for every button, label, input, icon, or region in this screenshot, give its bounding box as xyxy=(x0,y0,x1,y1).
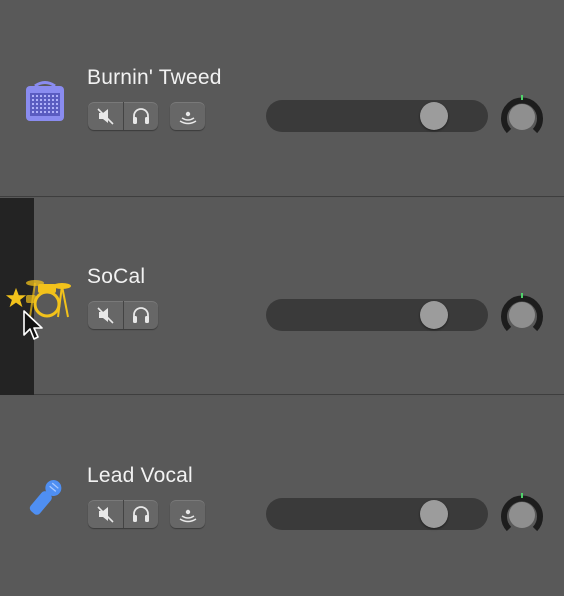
pan-knob[interactable] xyxy=(499,291,545,337)
volume-slider-thumb[interactable] xyxy=(420,301,448,329)
track-name[interactable]: Burnin' Tweed xyxy=(87,66,222,90)
track-header-lead-vocal[interactable]: Lead Vocal xyxy=(0,397,564,596)
mute-solo-group xyxy=(88,301,158,329)
headphones-icon xyxy=(133,108,149,124)
mute-solo-group xyxy=(88,102,158,130)
speaker-muted-icon xyxy=(96,108,114,125)
solo-button[interactable] xyxy=(123,301,158,329)
mute-button[interactable] xyxy=(88,301,123,329)
mute-solo-group xyxy=(88,500,158,528)
mute-button[interactable] xyxy=(88,500,123,528)
amp-icon xyxy=(26,81,64,121)
headphones-icon xyxy=(133,307,149,323)
speaker-muted-icon xyxy=(96,307,114,324)
input-monitor-button[interactable] xyxy=(170,500,205,528)
input-monitor-button[interactable] xyxy=(170,102,205,130)
track-name[interactable]: Lead Vocal xyxy=(87,464,193,488)
volume-slider-thumb[interactable] xyxy=(420,102,448,130)
mute-button[interactable] xyxy=(88,102,123,130)
speaker-muted-icon xyxy=(96,506,114,523)
input-monitoring-icon xyxy=(179,111,196,125)
microphone-icon xyxy=(29,480,62,515)
volume-slider-thumb[interactable] xyxy=(420,500,448,528)
track-header-socal[interactable]: SoCal xyxy=(0,198,564,395)
headphones-icon xyxy=(133,506,149,522)
volume-slider[interactable] xyxy=(266,498,488,530)
pan-knob[interactable] xyxy=(499,93,545,139)
pan-knob[interactable] xyxy=(499,491,545,537)
solo-button[interactable] xyxy=(123,102,158,130)
volume-slider[interactable] xyxy=(266,100,488,132)
mouse-cursor-icon xyxy=(23,310,43,340)
track-header-burnin-tweed[interactable]: Burnin' Tweed xyxy=(0,0,564,197)
input-monitoring-icon xyxy=(179,509,196,523)
track-name[interactable]: SoCal xyxy=(87,265,145,289)
volume-slider[interactable] xyxy=(266,299,488,331)
solo-button[interactable] xyxy=(123,500,158,528)
